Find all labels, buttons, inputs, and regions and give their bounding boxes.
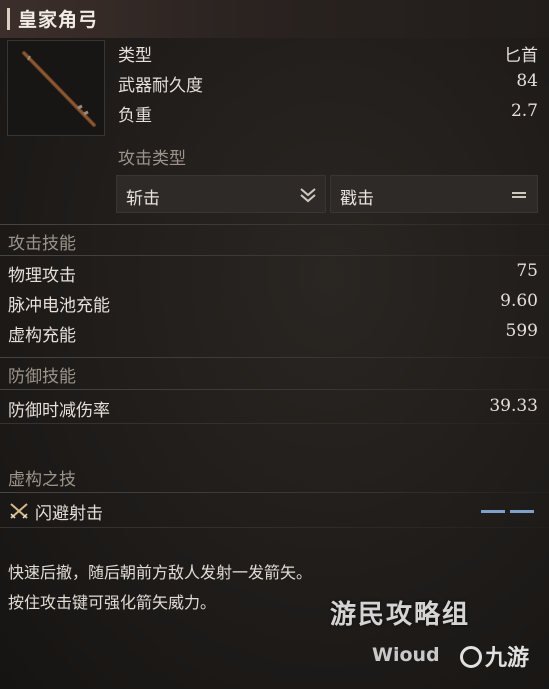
- physical-attack-value: 75: [516, 261, 538, 281]
- watermark-logo: 九游: [460, 640, 529, 672]
- equals-icon: [512, 192, 526, 198]
- fable-segment-1: [481, 510, 505, 513]
- type-value: 匕首: [504, 46, 538, 66]
- attack-type-option-pierce: 戳击: [340, 189, 374, 209]
- durability-label: 武器耐久度: [118, 76, 203, 96]
- divider: [0, 527, 549, 528]
- attack-type-label: 攻击类型: [118, 149, 186, 169]
- divider: [0, 255, 549, 256]
- watermark-author: Wioud: [372, 644, 440, 666]
- guard-damage-reduction-value: 39.33: [489, 396, 538, 416]
- attack-type-dropdown-slash[interactable]: 斩击: [116, 175, 326, 213]
- fable-charge-value: 599: [505, 321, 538, 341]
- durability-value: 84: [516, 71, 538, 91]
- fable-segment-2: [510, 510, 534, 513]
- attack-type-option-slash: 斩击: [126, 189, 160, 209]
- divider: [0, 224, 549, 225]
- attack-type-dropdown-pierce[interactable]: 戳击: [330, 175, 538, 213]
- pulse-cell-charge-label: 脉冲电池充能: [8, 296, 110, 316]
- fable-art-heading: 虚构之技: [8, 470, 76, 490]
- watermark-logo-text: 九游: [485, 646, 530, 671]
- guard-damage-reduction-label: 防御时减伤率: [8, 401, 110, 421]
- attack-skill-heading: 攻击技能: [8, 234, 76, 254]
- crossed-arrows-icon: [10, 503, 28, 519]
- fable-art-name: 闪避射击: [35, 504, 103, 524]
- bow-icon: [22, 51, 96, 127]
- watermark-site: 游民攻略组: [330, 600, 471, 630]
- type-label: 类型: [118, 46, 152, 66]
- divider: [0, 389, 549, 390]
- divider: [0, 492, 549, 493]
- weight-label: 负重: [118, 106, 152, 126]
- item-title: 皇家角弓: [18, 9, 99, 31]
- nine-game-logo-icon: [460, 646, 482, 668]
- description-line-2: 按住攻击键可强化箭矢威力。: [8, 593, 217, 612]
- chevron-double-down-icon: [300, 188, 316, 203]
- physical-attack-label: 物理攻击: [8, 266, 76, 286]
- fable-charge-label: 虚构充能: [8, 326, 76, 346]
- item-thumbnail: [7, 40, 105, 136]
- weight-value: 2.7: [510, 101, 538, 121]
- title-accent-bar: [7, 8, 10, 30]
- description-line-1: 快速后撤，随后朝前方敌人发射一发箭矢。: [8, 563, 313, 582]
- defense-skill-heading: 防御技能: [8, 367, 76, 387]
- divider: [0, 357, 549, 358]
- pulse-cell-charge-value: 9.60: [500, 291, 538, 311]
- divider: [0, 423, 549, 424]
